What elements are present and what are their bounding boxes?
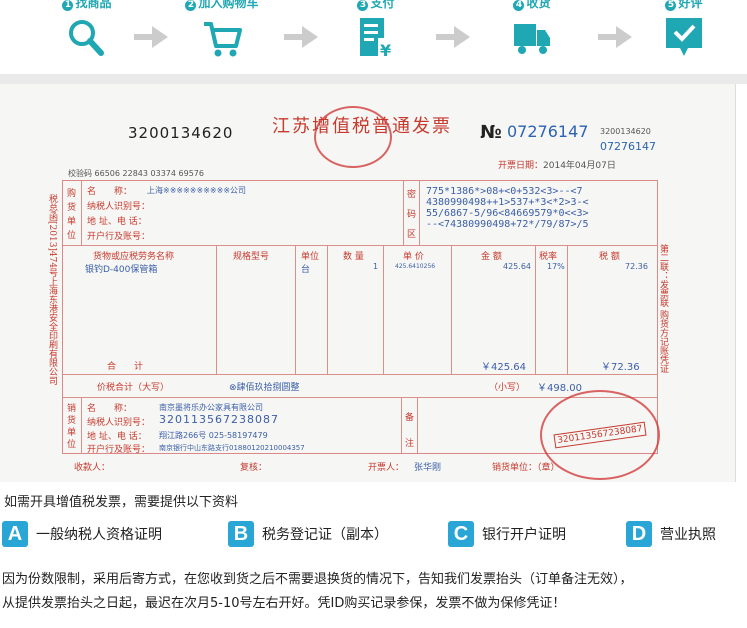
footer-payee: 收款人：	[74, 463, 111, 473]
doc-badge: D	[626, 521, 652, 547]
doc-label: 税务登记证（副本）	[262, 527, 388, 543]
col-header-rate: 税率	[539, 252, 558, 262]
seller-taxid-label: 纳税人识别号：	[87, 418, 151, 428]
total-label: 合 计	[107, 362, 144, 372]
invoice-sample-image: 3200134620 江苏增值税普通发票 № 07276147 32001346…	[0, 84, 736, 482]
step-label: 找商品	[75, 0, 112, 10]
step-label: 支付	[370, 0, 395, 10]
seller-seal: 320113567238087	[540, 390, 660, 480]
seller-address-label: 地 址、电 话：	[87, 432, 147, 442]
col-header-spec: 规格型号	[233, 252, 270, 262]
invoice-code: 3200134620	[128, 124, 234, 142]
doc-label: 营业执照	[660, 527, 716, 543]
seller-bank-label: 开户行及账号：	[87, 445, 151, 455]
footer-review: 复核：	[240, 463, 268, 473]
separator	[0, 74, 747, 84]
item-rate: 17%	[547, 262, 565, 271]
svg-text:¥: ¥	[380, 41, 391, 58]
step-label: 加入购物车	[198, 0, 259, 10]
seal-tax-id: 320113567238087	[553, 421, 647, 449]
col-header-amount: 金 额	[481, 252, 502, 262]
sum-label: 价税合计（大写）	[97, 383, 170, 393]
cipher-area: 775*1386*>08+<0+532<3>--<7 4380990498++1…	[426, 186, 589, 230]
invoice-small-number: 07276147	[600, 140, 656, 153]
doc-badge: C	[448, 521, 474, 547]
step-number: 1	[62, 0, 74, 11]
truck-icon	[514, 24, 550, 54]
seller-name: 南京墨将乐办公家具有限公司	[159, 403, 263, 412]
col-header-price: 单 价	[403, 252, 424, 262]
date-value: 2014年04月07日	[543, 161, 616, 171]
date-label: 开票日期：	[498, 161, 544, 171]
small-label: （小写）	[489, 383, 526, 393]
doc-badge: A	[2, 521, 28, 547]
document-item: A 一般纳税人资格证明	[2, 519, 162, 549]
buyer-header: 购货单位	[67, 189, 77, 241]
arrow-right-icon	[598, 26, 632, 48]
step-number: 3	[357, 0, 369, 11]
seller-address: 翔江路266号 025-58197479	[159, 431, 268, 440]
buyer-address-label: 地 址、电 话：	[87, 217, 147, 227]
footer-issuer: 开票人：	[368, 463, 405, 473]
buyer-name-label: 名 称：	[87, 187, 133, 197]
notice-line-1: 因为份数限制，采用后寄方式，在您收到货之后不需要退换货的情况下，告知我们发票抬头…	[2, 572, 633, 587]
doc-label: 一般纳税人资格证明	[36, 527, 162, 543]
invoice-date: 开票日期：2014年04月07日	[498, 158, 616, 171]
invoice-copy-note: 第二联：发票联 购货方记账凭证	[658, 244, 668, 373]
step-label: 好评	[678, 0, 703, 10]
document-item: D 营业执照	[626, 519, 716, 549]
sum-text: ⊗肆佰玖拾捌圆整	[229, 383, 300, 393]
doc-label: 银行开户证明	[482, 527, 566, 543]
arrow-right-icon	[284, 26, 318, 48]
footer-issuer-name: 张华刚	[414, 463, 442, 473]
step-number: 4	[513, 0, 525, 11]
invoice-pay-icon: ¥	[360, 18, 391, 58]
item-unit: 台	[301, 265, 311, 275]
item-name: 银钓D-400保管箱	[85, 265, 158, 275]
step-label: 收货	[526, 0, 551, 10]
tax-bureau-seal	[314, 106, 392, 168]
buyer-taxid-label: 纳税人识别号：	[87, 202, 151, 212]
remark-label: 备注	[405, 413, 415, 449]
check-icon	[666, 18, 702, 56]
item-amount: 425.64	[503, 262, 531, 271]
col-header-tax: 税 额	[599, 252, 620, 262]
invoice-number: 07276147	[507, 122, 589, 141]
item-price: 425.6410256	[395, 263, 436, 270]
cipher-label: 密码区	[407, 190, 417, 240]
total-amount: ￥425.64	[481, 362, 526, 373]
col-header-item: 货物或应税劳务名称	[93, 252, 175, 262]
arrow-right-icon	[436, 26, 470, 48]
document-item: B 税务登记证（副本）	[228, 519, 388, 549]
footer-seller-seal: 销货单位：（章）	[492, 463, 560, 473]
buyer-bank-label: 开户行及账号：	[87, 232, 151, 242]
document-item: C 银行开户证明	[448, 519, 566, 549]
seller-bank: 南京银行中山东路支行01880120210004357	[159, 444, 305, 452]
seller-taxid: 320113567238087	[159, 413, 279, 426]
invoice-no-label: №	[480, 122, 502, 143]
invoice-requirements-title: 如需开具增值税发票，需要提供以下资料	[4, 495, 239, 510]
total-tax: ￥72.36	[601, 362, 640, 373]
step-number: 5	[665, 0, 677, 11]
small-value: ￥498.00	[537, 383, 582, 394]
seller-name-label: 名 称：	[87, 404, 133, 414]
item-tax: 72.36	[625, 262, 648, 271]
arrow-right-icon	[134, 26, 168, 48]
required-documents: A 一般纳税人资格证明 B 税务登记证（副本） C 银行开户证明 D 营业执照	[0, 519, 747, 553]
invoice-small-code: 3200134620	[600, 127, 651, 136]
seller-header: 销货单位	[67, 404, 77, 450]
invoice-side-print-note: 税总函[2013]474号上海东港安全印刷有限公司	[47, 194, 57, 386]
order-steps: 1 找商品 2 加入购物车 3 支付 ¥ 4 收货 5 好评	[0, 0, 747, 74]
step-number: 2	[185, 0, 197, 11]
check-code: 校验码 66506 22843 03374 69576	[68, 169, 204, 178]
col-header-unit: 单位	[301, 252, 320, 262]
cart-icon	[204, 22, 242, 57]
buyer-name: 上海※※※※※※※※※※公司	[147, 186, 247, 195]
item-qty: 1	[373, 262, 379, 271]
search-icon	[69, 20, 104, 56]
doc-badge: B	[228, 521, 254, 547]
col-header-qty: 数 量	[343, 252, 364, 262]
notice-line-2: 从提供发票抬头之日起，最迟在次月5-10号左右开好。凭ID购买记录参保，发票不做…	[2, 596, 566, 611]
